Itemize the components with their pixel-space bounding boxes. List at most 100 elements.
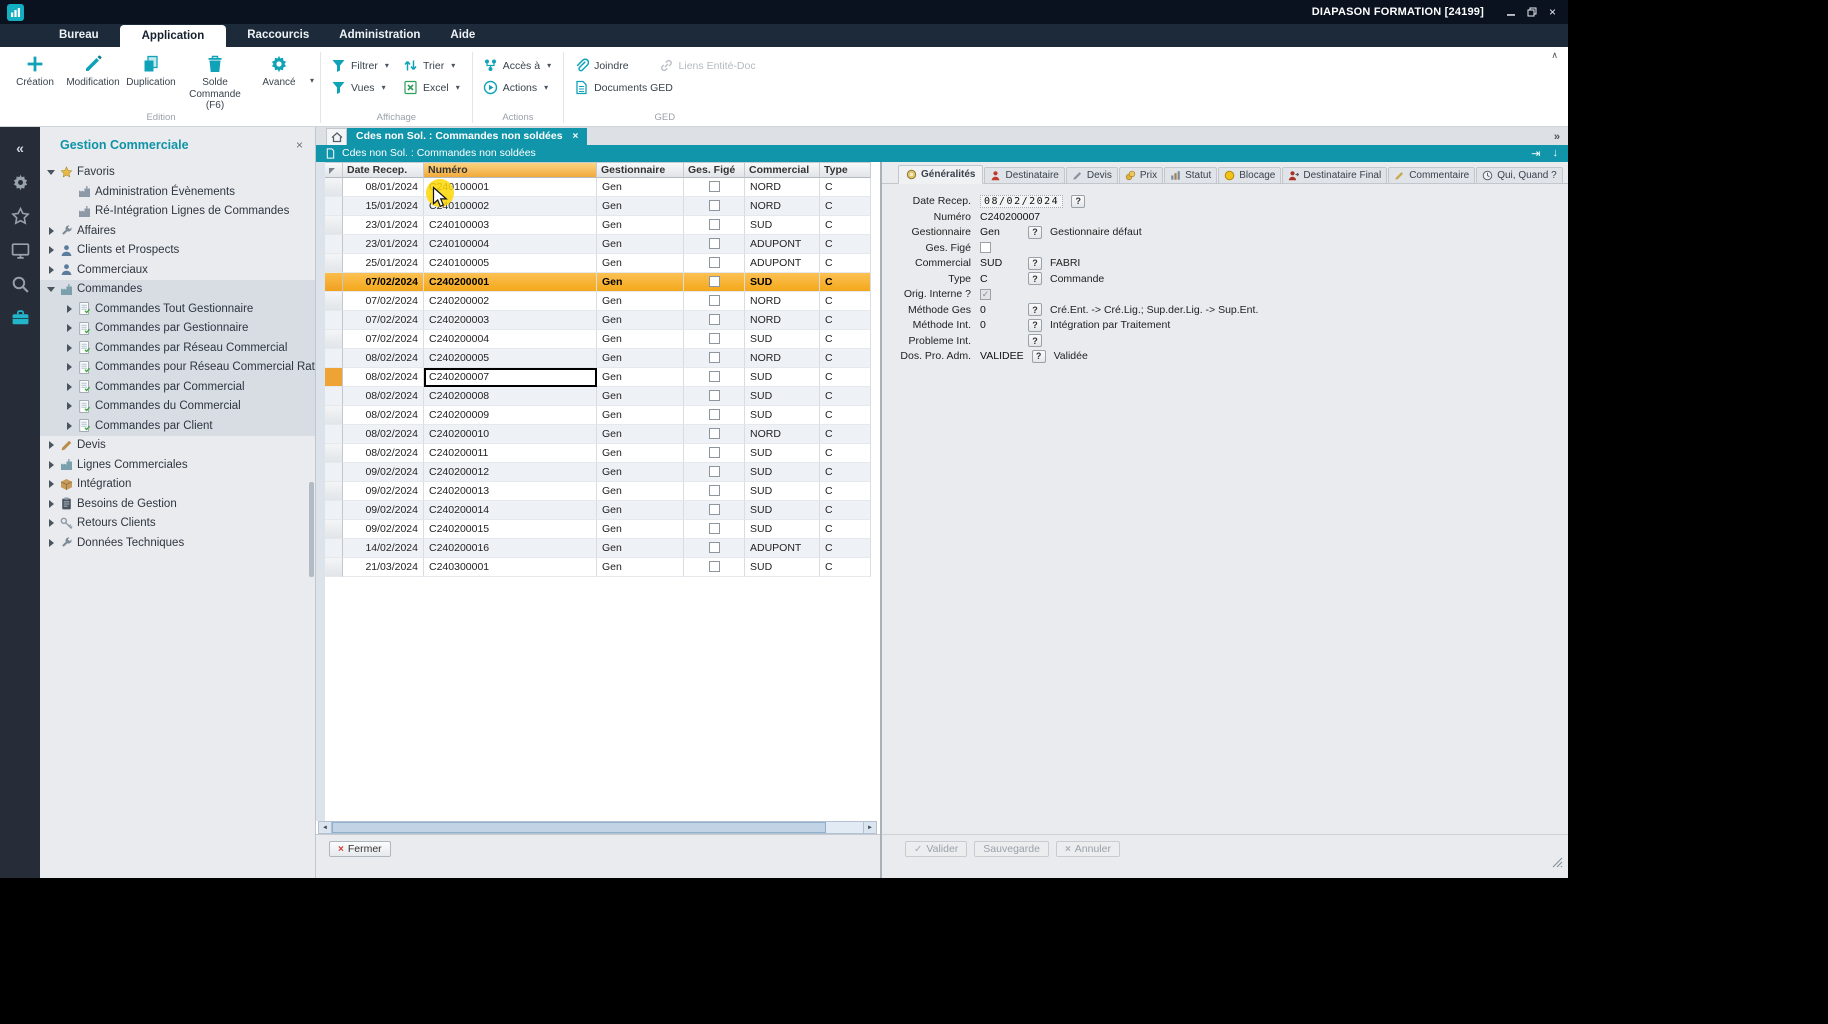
nav-scrollbar[interactable] <box>309 482 314 577</box>
chevron-down-icon[interactable] <box>46 167 56 177</box>
field-value-methode-int[interactable]: 0 <box>980 319 1020 331</box>
cell-gestionnaire[interactable]: Gen <box>597 406 684 425</box>
menu-aide[interactable]: Aide <box>435 24 490 47</box>
cell-commercial[interactable]: SUD <box>745 273 820 292</box>
cell-ges-fige[interactable] <box>684 539 745 558</box>
column-header-gestionnaire[interactable]: Gestionnaire <box>597 162 684 178</box>
help-button[interactable]: ? <box>1071 195 1085 208</box>
detail-tab-blocage[interactable]: Blocage <box>1218 167 1281 183</box>
cell-gestionnaire[interactable]: Gen <box>597 463 684 482</box>
tree-item-donnees-techniques[interactable]: Données Techniques <box>40 533 315 553</box>
home-tab[interactable] <box>326 128 347 145</box>
cell-ges-fige[interactable] <box>684 406 745 425</box>
chevron-right-icon[interactable] <box>46 460 56 470</box>
cell-type[interactable]: C <box>820 197 871 216</box>
table-row[interactable]: 08/02/2024C240200011GenSUDC <box>325 444 880 463</box>
horizontal-scrollbar[interactable]: ◄ ► <box>318 821 877 834</box>
row-marker[interactable] <box>325 463 343 482</box>
column-header-numero[interactable]: Numéro <box>424 162 597 178</box>
documents-ged-button[interactable]: Documents GED <box>574 80 673 95</box>
help-button[interactable]: ? <box>1028 226 1042 239</box>
menu-bureau[interactable]: Bureau <box>44 24 114 47</box>
cell-numero[interactable]: C240100004 <box>424 235 597 254</box>
chevron-right-icon[interactable] <box>46 245 56 255</box>
cell-commercial[interactable]: ADUPONT <box>745 539 820 558</box>
cell-gestionnaire[interactable]: Gen <box>597 216 684 235</box>
ges-fige-checkbox[interactable] <box>709 295 720 306</box>
cell-type[interactable]: C <box>820 292 871 311</box>
chevron-right-icon[interactable] <box>46 538 56 548</box>
column-header-date-recep[interactable]: Date Recep. <box>343 162 424 178</box>
scroll-right-icon[interactable]: ► <box>863 822 876 833</box>
tree-item-lignes-commerciales[interactable]: Lignes Commerciales <box>40 455 315 475</box>
row-marker[interactable] <box>325 368 343 387</box>
row-marker[interactable] <box>325 178 343 197</box>
detail-tab-generalites[interactable]: Généralités <box>898 165 983 184</box>
cell-date-recep[interactable]: 07/02/2024 <box>343 292 424 311</box>
row-marker[interactable] <box>325 444 343 463</box>
cell-ges-fige[interactable] <box>684 368 745 387</box>
ges-fige-checkbox[interactable] <box>709 542 720 553</box>
cell-gestionnaire[interactable]: Gen <box>597 387 684 406</box>
cell-gestionnaire[interactable]: Gen <box>597 558 684 577</box>
cell-numero[interactable]: C240100005 <box>424 254 597 273</box>
cell-type[interactable]: C <box>820 273 871 292</box>
column-header-ges-fige[interactable]: Ges. Figé <box>684 162 745 178</box>
cell-type[interactable]: C <box>820 558 871 577</box>
tree-item-clients-et-prospects[interactable]: Clients et Prospects <box>40 241 315 261</box>
cell-gestionnaire[interactable]: Gen <box>597 235 684 254</box>
cell-date-recep[interactable]: 07/02/2024 <box>343 273 424 292</box>
field-value-commercial[interactable]: SUD <box>980 257 1020 269</box>
ges-fige-checkbox[interactable] <box>709 181 720 192</box>
table-row[interactable]: 08/02/2024C240200010GenNORDC <box>325 425 880 444</box>
solde-commande-button[interactable]: Solde Commande (F6) <box>180 49 250 112</box>
cell-date-recep[interactable]: 09/02/2024 <box>343 482 424 501</box>
annuler-button[interactable]: × Annuler <box>1056 841 1120 857</box>
menu-administration[interactable]: Administration <box>324 24 435 47</box>
cell-numero[interactable]: C240200013 <box>424 482 597 501</box>
cell-gestionnaire[interactable]: Gen <box>597 254 684 273</box>
cell-numero[interactable]: C240200015 <box>424 520 597 539</box>
row-marker[interactable] <box>325 558 343 577</box>
ges-fige-checkbox[interactable] <box>709 466 720 477</box>
cell-numero[interactable]: C240200001 <box>424 273 597 292</box>
cell-commercial[interactable]: SUD <box>745 520 820 539</box>
help-button[interactable]: ? <box>1032 350 1046 363</box>
tree-item-commandes-par-gestionnaire[interactable]: Commandes par Gestionnaire <box>40 319 315 339</box>
cell-type[interactable]: C <box>820 368 871 387</box>
tree-item-commandes-par-client[interactable]: Commandes par Client <box>40 416 315 436</box>
row-marker[interactable] <box>325 216 343 235</box>
cell-date-recep[interactable]: 09/02/2024 <box>343 463 424 482</box>
field-value-methode-ges[interactable]: 0 <box>980 304 1020 316</box>
search-icon[interactable] <box>11 275 30 294</box>
avance-dropdown-icon[interactable]: ▾ <box>308 76 316 85</box>
table-row[interactable]: 23/01/2024C240100003GenSUDC <box>325 216 880 235</box>
collapse-left-icon[interactable]: « <box>11 139 30 158</box>
table-row[interactable]: 14/02/2024C240200016GenADUPONTC <box>325 539 880 558</box>
cell-numero[interactable]: C240200007 <box>424 368 597 387</box>
chevron-right-icon[interactable] <box>64 382 74 392</box>
ges-fige-checkbox[interactable] <box>709 428 720 439</box>
vues-button[interactable]: Vues▾ <box>331 80 403 95</box>
row-marker[interactable] <box>325 539 343 558</box>
cell-numero[interactable]: C240200011 <box>424 444 597 463</box>
cell-type[interactable]: C <box>820 216 871 235</box>
cell-type[interactable]: C <box>820 520 871 539</box>
menu-application[interactable]: Application <box>120 25 227 47</box>
tree-item-integration[interactable]: Intégration <box>40 475 315 495</box>
cell-type[interactable]: C <box>820 444 871 463</box>
vues-dropdown-icon[interactable]: ▾ <box>380 83 388 92</box>
cell-commercial[interactable]: SUD <box>745 501 820 520</box>
nav-close-icon[interactable]: × <box>296 138 303 152</box>
cell-gestionnaire[interactable]: Gen <box>597 444 684 463</box>
table-row[interactable]: 08/02/2024C240200007GenSUDC <box>325 368 880 387</box>
detail-tab-statut[interactable]: Statut <box>1164 167 1217 183</box>
cell-commercial[interactable]: ADUPONT <box>745 235 820 254</box>
help-button[interactable]: ? <box>1028 303 1042 316</box>
cell-commercial[interactable]: SUD <box>745 330 820 349</box>
ges-fige-checkbox[interactable] <box>709 409 720 420</box>
chevron-right-icon[interactable] <box>46 499 56 509</box>
cell-type[interactable]: C <box>820 254 871 273</box>
row-marker[interactable] <box>325 482 343 501</box>
tab-close-icon[interactable]: × <box>573 131 579 142</box>
